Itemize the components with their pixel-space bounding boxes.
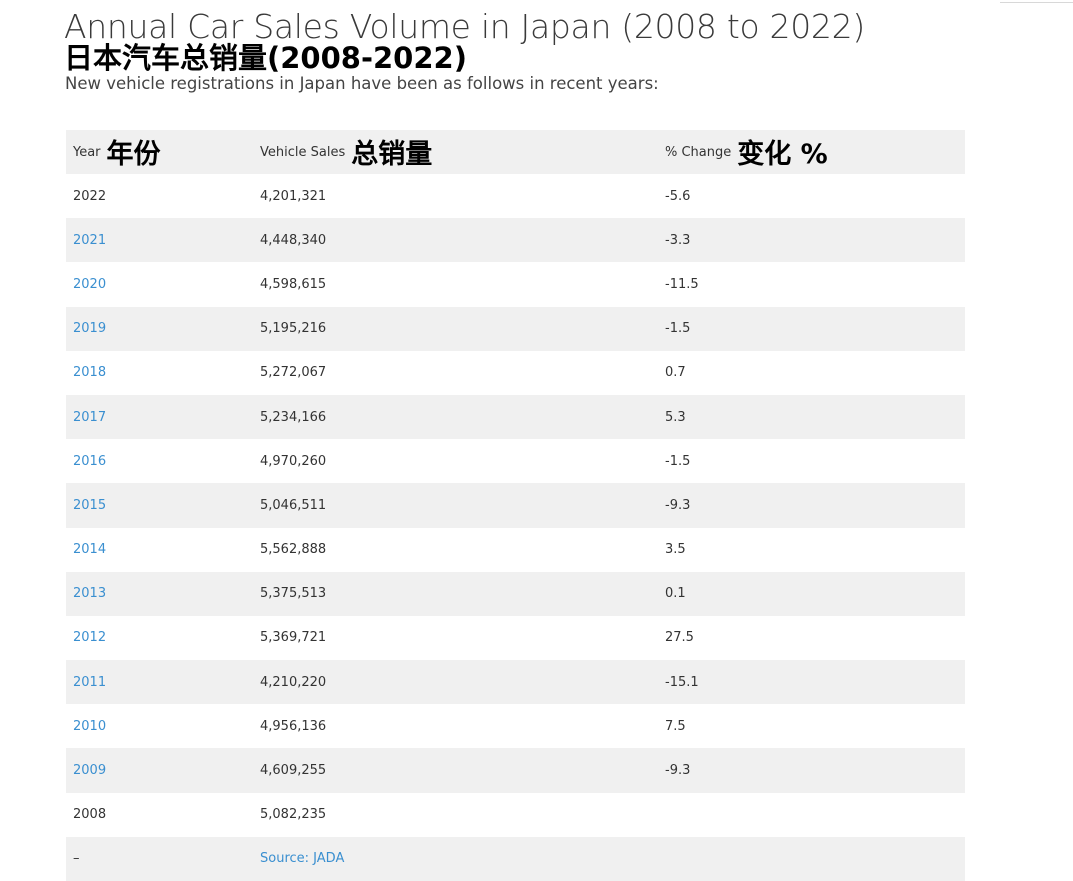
table-footer-row: – Source: JADA (66, 836, 965, 881)
cell-sales: 4,598,615 (260, 276, 327, 292)
cell-sales: 5,272,067 (260, 365, 327, 381)
cell-change: -1.5 (665, 453, 691, 469)
cell-change: 0.1 (665, 586, 686, 602)
year-link[interactable]: 2011 (73, 675, 106, 690)
cell-empty (658, 837, 965, 881)
cell-year: 2015 (66, 483, 253, 527)
header-change: % Change 变化 % (658, 130, 965, 174)
cell-change: -11.5 (665, 276, 699, 292)
header-year-label-cn: 年份 (106, 138, 161, 170)
table-row: 2022 4,201,321 -5.6 (66, 174, 965, 218)
table-row: 2011 4,210,220 -15.1 (66, 660, 965, 705)
header-sales-label: Vehicle Sales (260, 144, 346, 160)
header-sales-label-cn: 总销量 (351, 138, 433, 170)
cell-year: 2008 (66, 793, 253, 837)
cell-year: 2017 (66, 395, 253, 439)
table-row: 2019 5,195,216 -1.5 (66, 306, 965, 351)
cell-year: 2009 (66, 748, 253, 792)
table-row: 2020 4,598,615 -11.5 (66, 262, 965, 306)
cell-year: 2022 (66, 174, 253, 218)
table-row: 2013 5,375,513 0.1 (66, 571, 965, 616)
cell-change: 5.3 (665, 409, 686, 425)
year-text: 2008 (73, 807, 107, 823)
cell-change: 7.5 (665, 718, 686, 734)
cell-sales: 5,375,513 (260, 586, 327, 602)
table-row: 2017 5,234,166 5.3 (66, 394, 965, 440)
year-link[interactable]: 2012 (73, 630, 106, 645)
cell-change (658, 793, 965, 837)
cell-sales: 4,448,340 (260, 232, 327, 248)
table-row: 2009 4,609,255 -9.3 (66, 748, 965, 793)
cell-year: 2014 (66, 528, 253, 572)
footer-dash: – (73, 851, 80, 867)
table-row: 2016 4,970,260 -1.5 (66, 439, 965, 483)
table-row: 2012 5,369,721 27.5 (66, 616, 965, 660)
cell-year: 2012 (66, 616, 253, 660)
table-row: 2018 5,272,067 0.7 (66, 351, 965, 395)
year-link[interactable]: 2014 (73, 542, 106, 557)
year-link[interactable]: 2010 (73, 719, 106, 734)
cell-year: 2021 (66, 218, 253, 262)
cell-sales: 5,082,235 (260, 807, 327, 823)
cell-sales: 4,201,321 (260, 188, 327, 204)
cell-change: -9.3 (665, 763, 691, 779)
year-link[interactable]: 2013 (73, 586, 106, 601)
year-link[interactable]: 2016 (73, 454, 106, 469)
year-link[interactable]: 2018 (73, 365, 106, 380)
table-row: 2008 5,082,235 (66, 793, 965, 837)
year-link[interactable]: 2009 (73, 763, 106, 778)
cell-year: 2018 (66, 351, 253, 395)
cell-change: -3.3 (665, 232, 691, 248)
cell-change: 0.7 (665, 365, 686, 381)
cell-sales: 4,956,136 (260, 718, 327, 734)
year-link[interactable]: 2017 (73, 410, 106, 425)
cell-change: 3.5 (665, 542, 686, 558)
table-body: 2022 4,201,321 -5.6 2021 4,448,340 -3.3 … (66, 174, 965, 881)
cell-year: 2011 (66, 660, 253, 704)
cell-sales: 4,970,260 (260, 453, 327, 469)
cell-source: Source: JADA (253, 837, 658, 881)
cell-sales: 4,210,220 (260, 674, 327, 690)
cell-year: 2019 (66, 307, 253, 351)
cell-sales: 4,609,255 (260, 763, 327, 779)
page-title-chinese: 日本汽车总销量(2008-2022) (64, 41, 467, 75)
sales-table: Year 年份 Vehicle Sales 总销量 % Change 变化 % 202… (66, 130, 965, 881)
header-change-label: % Change (665, 144, 732, 160)
table-row: 2014 5,562,888 3.5 (66, 528, 965, 572)
cell-sales: 5,046,511 (260, 497, 327, 513)
top-right-divider (1000, 0, 1073, 3)
cell-change: -5.6 (665, 188, 691, 204)
table-header-row: Year 年份 Vehicle Sales 总销量 % Change 变化 % (66, 130, 965, 174)
cell-change: 27.5 (665, 630, 694, 646)
cell-sales: 5,234,166 (260, 409, 327, 425)
cell-sales: 5,195,216 (260, 321, 327, 337)
year-link[interactable]: 2019 (73, 321, 106, 336)
year-link[interactable]: 2020 (73, 277, 106, 292)
year-link[interactable]: 2015 (73, 498, 106, 513)
cell-year: 2010 (66, 704, 253, 748)
source-link[interactable]: Source: JADA (260, 851, 344, 866)
header-change-label-cn: 变化 % (737, 138, 828, 170)
cell-change: -15.1 (665, 674, 699, 690)
cell-year: 2020 (66, 262, 253, 306)
year-link[interactable]: 2021 (73, 233, 106, 248)
header-sales: Vehicle Sales 总销量 (253, 130, 658, 174)
cell-year: 2013 (66, 572, 253, 616)
cell-sales: 5,562,888 (260, 542, 327, 558)
intro-text: New vehicle registrations in Japan have … (65, 74, 659, 93)
table-row: 2015 5,046,511 -9.3 (66, 483, 965, 528)
header-year: Year 年份 (66, 130, 253, 174)
year-text: 2022 (73, 188, 107, 204)
cell-change: -1.5 (665, 321, 691, 337)
cell-sales: 5,369,721 (260, 630, 327, 646)
table-row: 2010 4,956,136 7.5 (66, 704, 965, 748)
header-year-label: Year (73, 144, 101, 160)
cell-year: 2016 (66, 439, 253, 483)
table-row: 2021 4,448,340 -3.3 (66, 218, 965, 263)
cell-change: -9.3 (665, 497, 691, 513)
